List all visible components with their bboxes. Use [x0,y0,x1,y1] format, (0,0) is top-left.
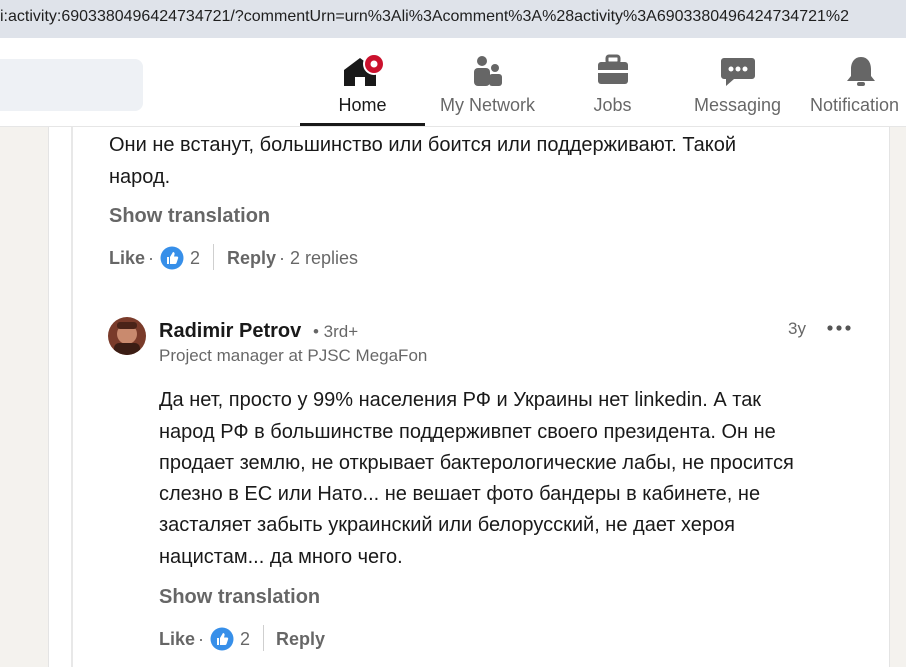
show-translation-button[interactable]: Show translation [159,586,320,609]
bell-icon [844,54,878,93]
separator-dot: · [198,629,204,649]
nav-home[interactable]: Home [300,44,425,126]
reply-text-line: продает землю, не открывает бактерологич… [159,452,794,474]
reactions-count[interactable]: 2 [240,629,250,650]
home-icon [340,53,386,93]
like-button[interactable]: Like [109,248,145,269]
action-divider [263,625,264,651]
separator-dot: · [279,248,285,268]
timestamp: 3y [788,319,806,338]
nav-jobs-label: Jobs [593,95,632,115]
comment-text-line: Они не встанут, большинство или боится и… [109,134,737,156]
chat-bubble-icon [720,54,756,93]
people-icon [471,54,505,93]
nav-messaging-label: Messaging [693,95,782,115]
top-nav: Home My Network Jobs Messaging Notificat… [0,44,906,127]
nav-notifications-label: Notification [810,95,900,115]
replies-count-link[interactable]: 2 replies [290,248,358,269]
reply-text-line: Да нет, просто у 99% населения РФ и Укра… [159,389,762,411]
reply-button[interactable]: Reply [276,629,325,650]
reply-text-line: нацистам... да много чего. [159,546,403,568]
reply-text-line: засталяет забыть украинский или белорусс… [159,514,735,536]
separator-dot: · [148,248,154,268]
briefcase-icon [596,54,630,91]
reactions-count[interactable]: 2 [190,248,200,269]
url-text[interactable]: i:activity:6903380496424734721/?commentU… [0,8,849,26]
browser-address-bar[interactable]: i:activity:6903380496424734721/?commentU… [0,0,906,38]
author-name[interactable]: Radimir Petrov [159,320,301,343]
nav-my-network-label: My Network [439,95,535,115]
like-button[interactable]: Like [159,629,195,650]
connection-degree: • 3rd+ [313,322,359,341]
avatar[interactable] [108,317,146,355]
reply-text-line: слезно в ЕС или Нато... не вешает фото б… [159,483,761,505]
action-divider [213,244,214,270]
author-headline: Project manager at PJSC MegaFon [159,346,428,365]
nav-notifications[interactable]: Notification [810,44,906,126]
nav-my-network[interactable]: My Network [430,44,545,126]
like-reaction-icon[interactable] [160,246,184,270]
reply-actions: Like · 2 Reply [159,625,459,655]
active-indicator [300,123,425,126]
show-translation-button[interactable]: Show translation [109,205,270,228]
more-options-icon[interactable] [826,318,852,338]
reply-button[interactable]: Reply [227,248,276,269]
reply-text-line: народ РФ в большинстве поддерживпет свое… [159,421,776,443]
nav-home-label: Home [338,95,387,115]
like-reaction-icon[interactable] [210,627,234,651]
nav-messaging[interactable]: Messaging [690,44,785,126]
nav-jobs[interactable]: Jobs [575,44,650,126]
thread-line [71,127,73,667]
comment-actions: Like · 2 Reply · 2 replies [109,244,409,274]
search-input[interactable] [0,59,143,111]
comment-text-line: народ. [109,166,171,188]
